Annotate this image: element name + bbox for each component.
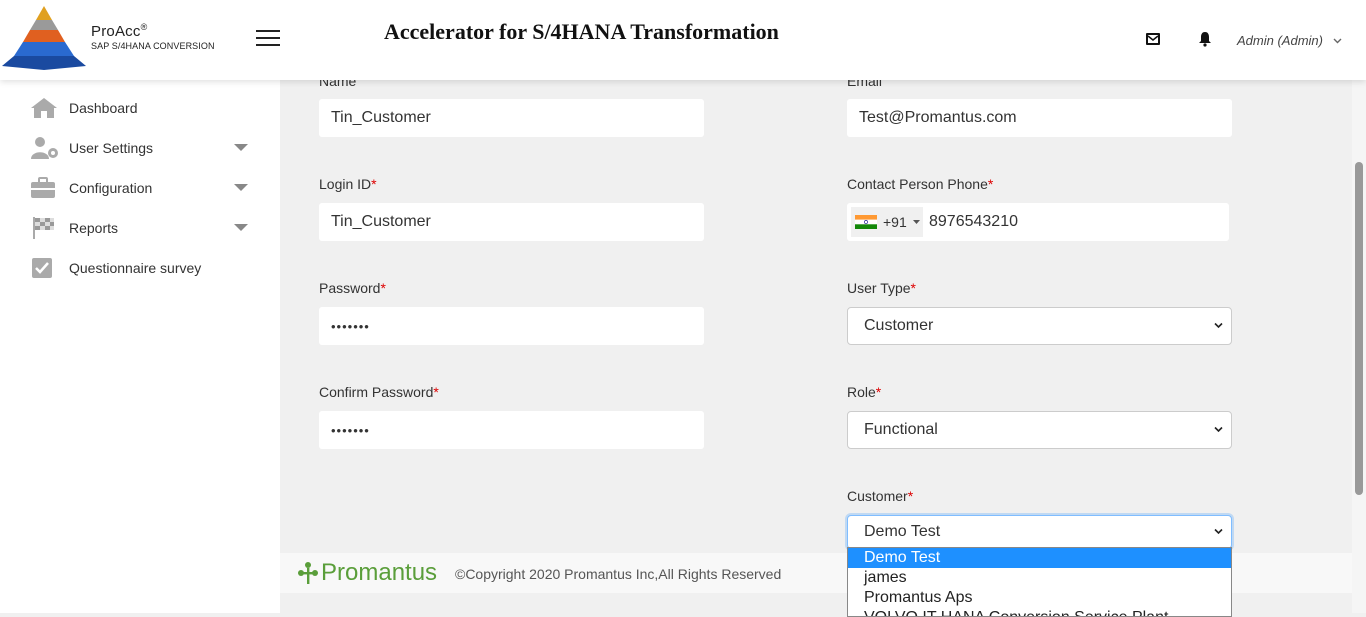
phone-label: Contact Person Phone* (847, 176, 994, 192)
dropdown-option[interactable]: james (848, 568, 1231, 588)
app-title: Accelerator for S/4HANA Transformation (384, 19, 779, 44)
dropdown-option[interactable]: Promantus Aps (848, 588, 1231, 608)
sidebar-item-reports[interactable]: Reports (30, 214, 250, 242)
required-mark: * (910, 280, 916, 296)
name-field[interactable]: Tin_Customer (319, 99, 704, 137)
menu-icon[interactable] (256, 30, 280, 46)
brand-name: ProAcc (91, 23, 141, 40)
name-label: Name (319, 80, 357, 89)
required-mark: * (371, 176, 377, 192)
email-label: Email (847, 80, 883, 89)
footer-logo-text: Promantus (321, 559, 438, 586)
country-code-selector[interactable]: +91 (851, 207, 923, 237)
user-form: Name Tin_Customer Email Test@Promantus.c… (280, 80, 1352, 613)
checkered-flag-icon (30, 216, 60, 240)
user-name: Admin (Admin) (1237, 33, 1323, 48)
required-mark: * (875, 384, 882, 400)
sidebar: Dashboard User Settings Configuration Re… (0, 80, 280, 613)
caret-down-icon (234, 184, 248, 191)
scrollbar-thumb[interactable] (1355, 162, 1363, 495)
proacc-pyramid-logo (2, 6, 86, 70)
sidebar-item-label: Dashboard (69, 100, 138, 116)
chevron-down-icon (1214, 322, 1223, 329)
sidebar-item-label: Configuration (69, 180, 153, 196)
customer-value: Demo Test (864, 523, 941, 540)
required-mark: * (433, 384, 439, 400)
promantus-leaf-icon (298, 562, 318, 584)
customer-select[interactable]: Demo Test (847, 515, 1232, 549)
sidebar-item-questionnaire-survey[interactable]: Questionnaire survey (30, 254, 250, 282)
top-header: ProAcc® SAP S/4HANA CONVERSION Accelerat… (0, 0, 1366, 80)
caret-down-icon (912, 219, 920, 224)
customer-label: Customer* (847, 488, 914, 504)
chevron-down-icon (1333, 38, 1342, 43)
role-value: Functional (864, 421, 938, 438)
login-id-field[interactable]: Tin_Customer (319, 203, 704, 241)
user-type-select[interactable]: Customer (847, 307, 1232, 345)
login-id-label: Login ID* (319, 176, 377, 192)
required-mark: * (987, 176, 994, 192)
sidebar-item-dashboard[interactable]: Dashboard (30, 94, 250, 122)
bell-icon[interactable] (1197, 31, 1213, 47)
caret-down-icon (234, 144, 248, 151)
user-type-value: Customer (864, 317, 934, 334)
briefcase-icon (30, 176, 60, 200)
confirm-password-label: Confirm Password* (319, 384, 439, 400)
india-flag-icon (855, 215, 877, 229)
sidebar-item-label: Questionnaire survey (69, 260, 202, 276)
mail-icon[interactable] (1145, 31, 1161, 47)
role-select[interactable]: Functional (847, 411, 1232, 449)
brand-reg-mark: ® (140, 22, 148, 32)
brand: ProAcc® SAP S/4HANA CONVERSION (91, 22, 215, 51)
sidebar-item-label: User Settings (69, 140, 154, 156)
caret-down-icon (234, 224, 248, 231)
sidebar-item-user-settings[interactable]: User Settings (30, 134, 250, 162)
sidebar-item-label: Reports (69, 220, 119, 236)
user-menu[interactable]: Admin (Admin) (1237, 33, 1342, 48)
customer-dropdown-list: Demo Test james Promantus Aps VOLVO IT H… (847, 547, 1232, 617)
password-field[interactable]: ••••••• (319, 307, 704, 345)
password-label: Password* (319, 280, 386, 296)
country-code: +91 (883, 214, 907, 230)
chevron-down-icon (1214, 528, 1223, 535)
phone-number: 8976543210 (929, 213, 1018, 230)
brand-subtitle: SAP S/4HANA CONVERSION (91, 41, 215, 51)
email-field[interactable]: Test@Promantus.com (847, 99, 1232, 137)
role-label: Role* (847, 384, 882, 400)
sidebar-item-configuration[interactable]: Configuration (30, 174, 250, 202)
confirm-password-field[interactable]: ••••••• (319, 411, 704, 449)
dropdown-option[interactable]: Demo Test (848, 548, 1231, 568)
page-scrollbar[interactable] (1352, 80, 1366, 613)
user-type-label: User Type* (847, 280, 916, 296)
chevron-down-icon (1214, 426, 1223, 433)
required-mark: * (907, 488, 914, 504)
copyright-text: ©Copyright 2020 Promantus Inc,All Rights… (455, 566, 782, 582)
checkbox-icon (30, 256, 60, 280)
phone-field[interactable]: +91 8976543210 (847, 203, 1229, 241)
home-icon (30, 96, 60, 120)
required-mark: * (380, 280, 386, 296)
promantus-logo: Promantus (297, 559, 437, 587)
user-gear-icon (30, 136, 60, 160)
